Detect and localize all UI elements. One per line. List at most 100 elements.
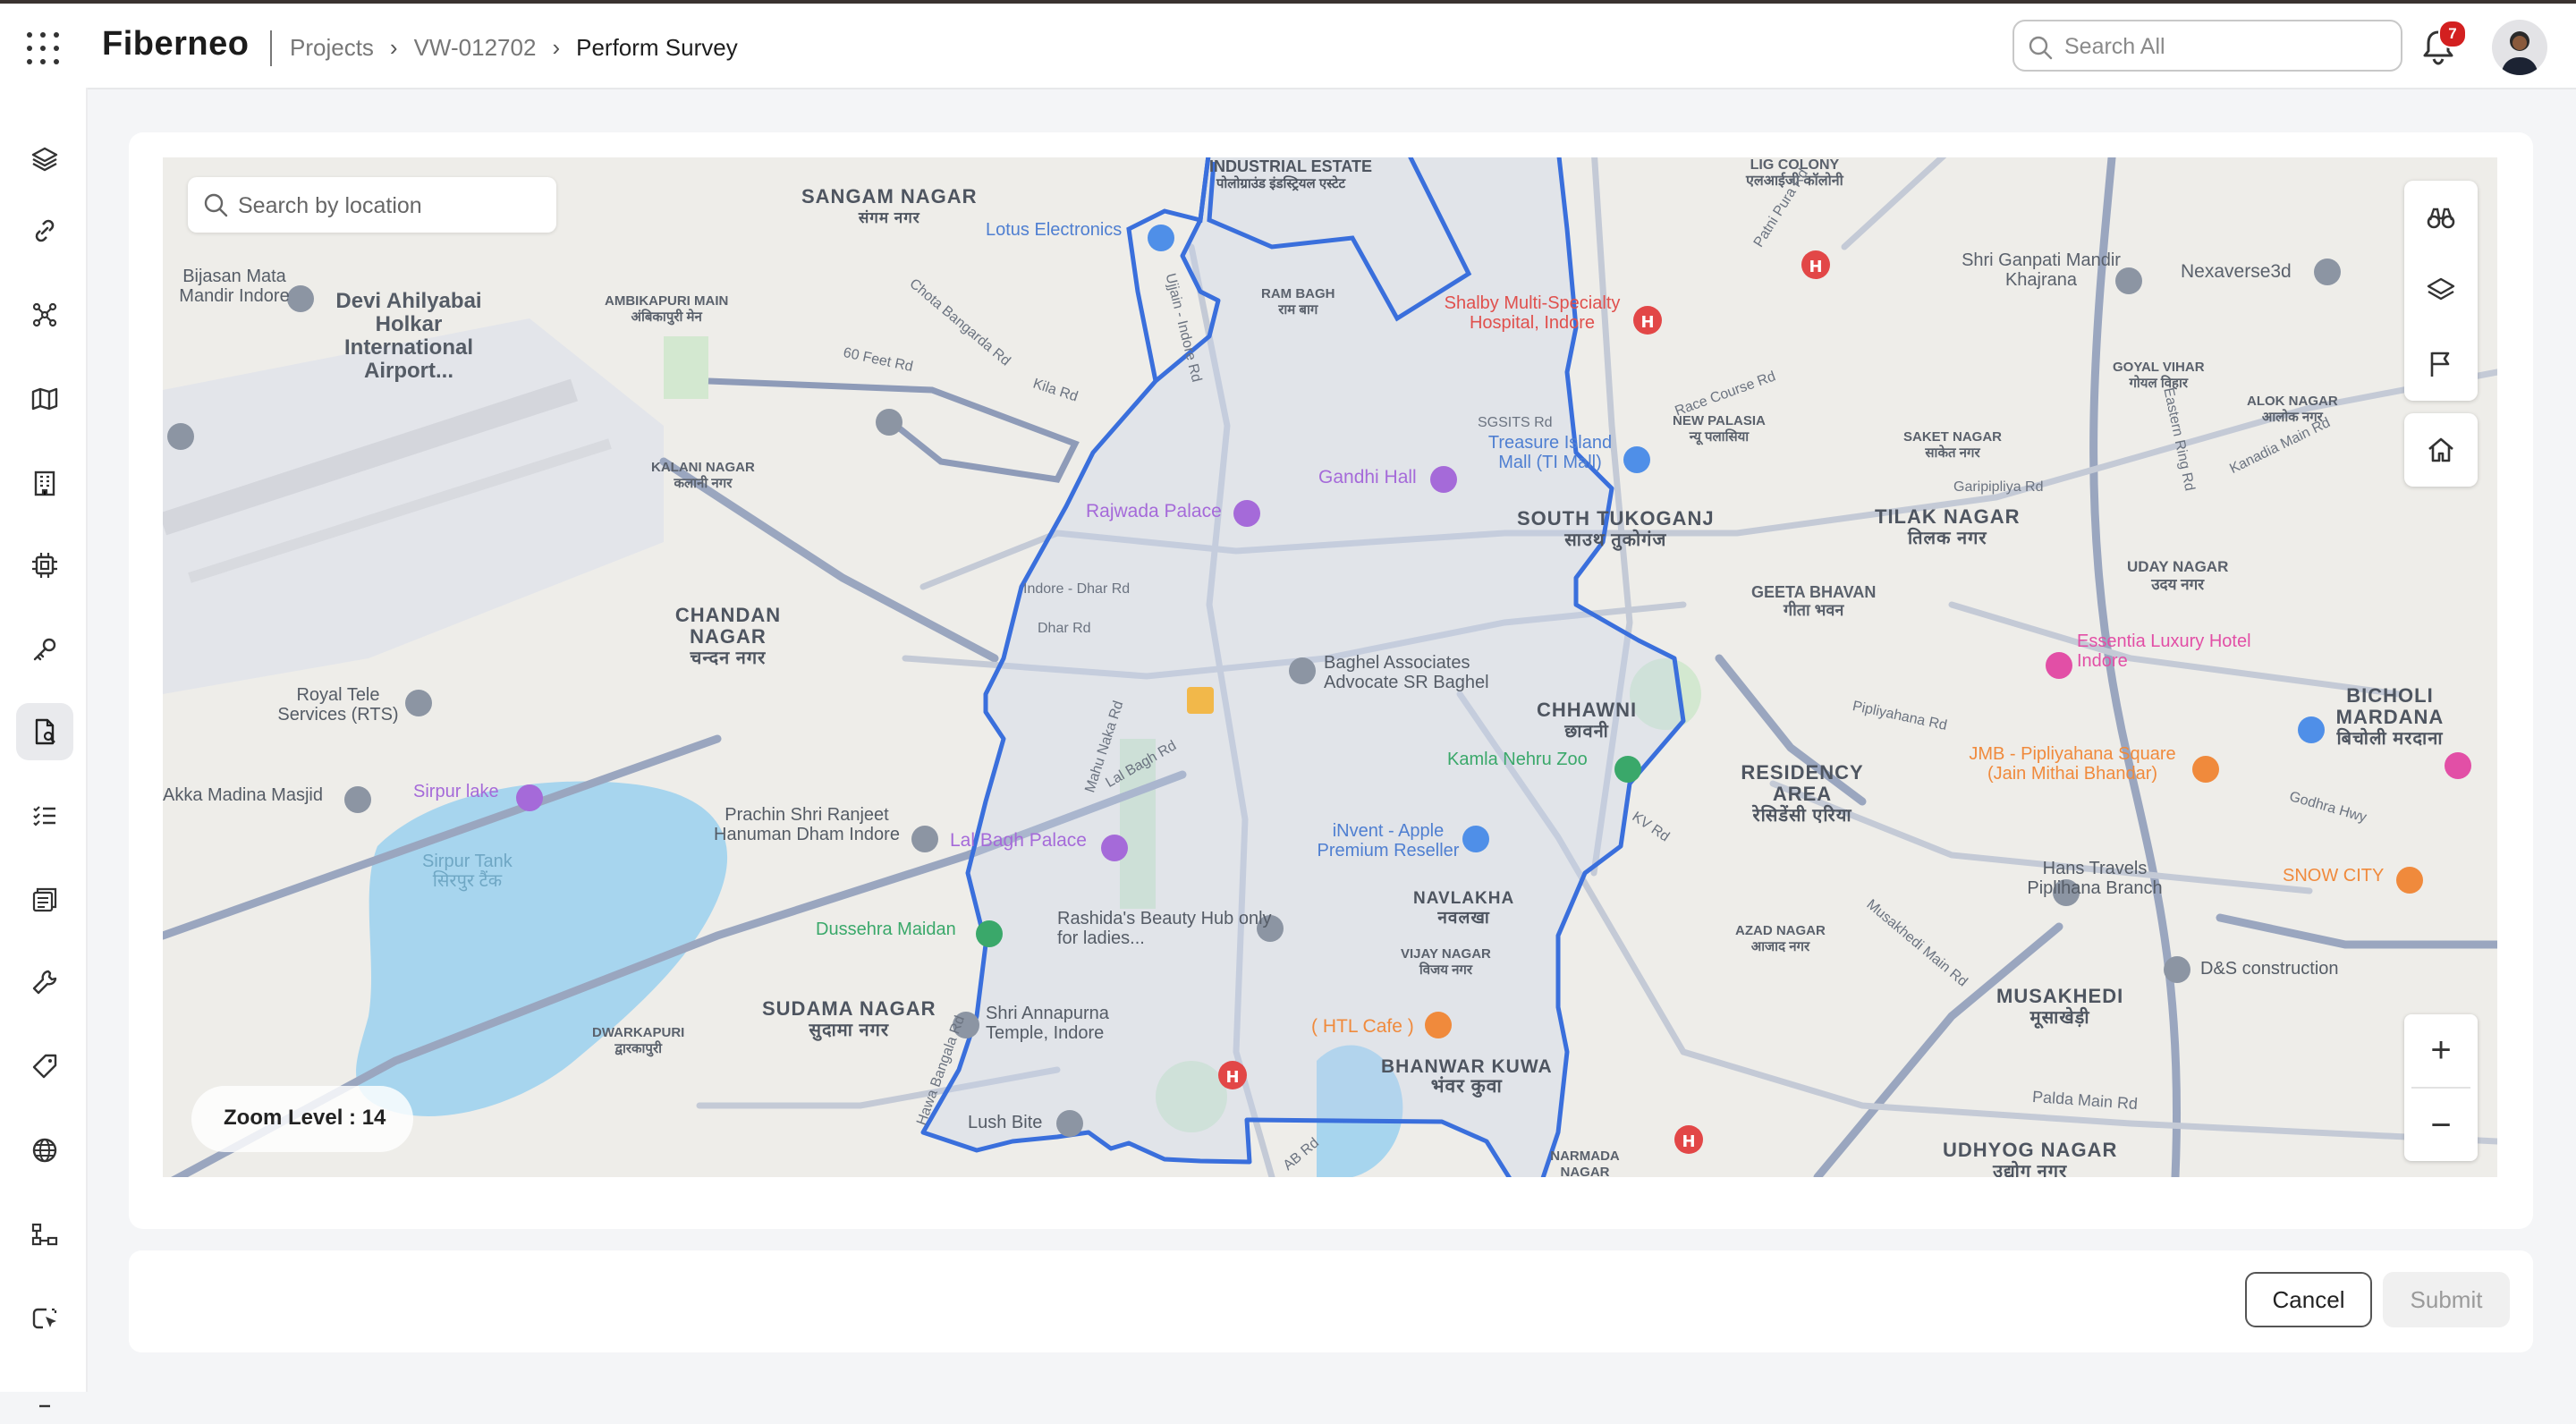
home-tool[interactable] bbox=[2404, 413, 2478, 487]
map-label: Ujjain - Indore Rd bbox=[1162, 272, 1205, 384]
sidebar-item-network[interactable] bbox=[16, 286, 73, 343]
map-label: Treasure Island Mall (TI Mall) bbox=[1487, 433, 1613, 472]
user-avatar[interactable] bbox=[2492, 20, 2547, 75]
sidebar-item-more[interactable] bbox=[16, 1367, 73, 1424]
map-label: D&S construction bbox=[2200, 959, 2339, 979]
map-label: SAKET NAGAR साकेत नगर bbox=[1903, 429, 2003, 461]
sidebar-item-devices[interactable] bbox=[16, 537, 73, 594]
map-label: UDAY NAGAR उदय नगर bbox=[2127, 558, 2229, 593]
map-label: CHANDAN NAGAR चन्दन नगर bbox=[674, 604, 782, 669]
chip-icon bbox=[32, 553, 57, 578]
map-label: Musakhedi Main Rd bbox=[1863, 896, 1970, 990]
map-label: Kamla Nehru Zoo bbox=[1447, 750, 1588, 769]
map-label: Garipipliya Rd bbox=[1953, 479, 2044, 495]
map-label: Bijasan Mata Mandir Indore bbox=[179, 267, 290, 306]
key-icon bbox=[33, 638, 56, 661]
wrench-icon bbox=[32, 970, 57, 995]
map-label: Rashida's Beauty Hub only for ladies... bbox=[1057, 909, 1272, 948]
map-label: BHANWAR KUWA भंवर कुवा bbox=[1381, 1056, 1553, 1097]
map-label: Devi Ahilyabai Holkar International Airp… bbox=[335, 289, 482, 383]
sidebar-item-access[interactable] bbox=[16, 621, 73, 678]
left-sidebar bbox=[0, 88, 88, 1408]
breadcrumb-projects[interactable]: Projects bbox=[290, 34, 374, 61]
map-label: JMB - Pipliyahana Square (Jain Mithai Bh… bbox=[1969, 744, 2176, 784]
sidebar-item-hierarchy[interactable] bbox=[16, 1206, 73, 1263]
map-label: Eastern Ring Rd bbox=[2160, 386, 2198, 493]
cancel-button[interactable]: Cancel bbox=[2245, 1272, 2372, 1327]
map-label: CHHAWNI छावनी bbox=[1537, 699, 1638, 742]
sidebar-item-global[interactable] bbox=[16, 1122, 73, 1179]
map-label: Rajwada Palace bbox=[1086, 501, 1222, 521]
building-icon bbox=[34, 470, 55, 496]
global-search-input[interactable]: Search All bbox=[2012, 20, 2402, 72]
map-label: TILAK NAGAR तिलक नगर bbox=[1875, 505, 2021, 549]
tag-icon bbox=[32, 1054, 57, 1079]
hierarchy-icon bbox=[31, 1223, 58, 1246]
map-icon bbox=[31, 387, 58, 411]
map-label: BICHOLI MARDANA बिचोली मरदाना bbox=[2335, 684, 2445, 750]
map-label: Akka Madina Masjid bbox=[163, 785, 323, 805]
map-label: SNOW CITY bbox=[2283, 866, 2385, 886]
sidebar-item-inventory[interactable] bbox=[16, 871, 73, 928]
survey-document-icon bbox=[35, 718, 55, 745]
sidebar-item-survey[interactable] bbox=[16, 703, 73, 760]
map-label: UDHYOG NAGAR उद्योग नगर bbox=[1943, 1139, 2118, 1178]
map-label: RESIDENCY AREA रेसिडेंसी एरिया bbox=[1741, 761, 1864, 826]
globe-icon bbox=[32, 1138, 57, 1163]
layers-button[interactable] bbox=[2404, 254, 2478, 327]
home-button[interactable] bbox=[2404, 413, 2478, 487]
map-label: Indore - Dhar Rd bbox=[1023, 581, 1131, 597]
sidebar-item-tags[interactable] bbox=[16, 1038, 73, 1095]
sidebar-item-tools[interactable] bbox=[16, 954, 73, 1011]
app-logo[interactable]: Fiberneo bbox=[102, 25, 249, 64]
task-list-icon bbox=[33, 806, 55, 826]
map-label: AMBIKAPURI MAIN अंबिकापुरी मेन bbox=[605, 293, 729, 325]
sidebar-item-tasks[interactable] bbox=[16, 787, 73, 844]
breadcrumb-project-id[interactable]: VW-012702 bbox=[414, 34, 537, 61]
map-label: NARMADA NAGAR bbox=[1550, 1149, 1620, 1177]
map-label: Hans Travels Piplihana Branch bbox=[2027, 859, 2163, 898]
map-label: GEETA BHAVAN गीता भवन bbox=[1751, 583, 1877, 619]
flag-button[interactable] bbox=[2404, 327, 2478, 401]
submit-button[interactable]: Submit bbox=[2383, 1272, 2510, 1327]
survey-map[interactable]: H H H H SANGAM NAGAR संगम नगर INDUSTRIAL… bbox=[163, 157, 2497, 1177]
map-label: SGSITS Rd bbox=[1478, 415, 1553, 430]
map-label: RAM BAGH राम बाग bbox=[1261, 286, 1335, 318]
map-label: Nexaverse3d bbox=[2181, 261, 2292, 282]
chevron-right-icon: › bbox=[552, 34, 561, 61]
sidebar-item-buildings[interactable] bbox=[16, 454, 73, 512]
zoom-in-button[interactable]: + bbox=[2404, 1014, 2478, 1086]
map-label: Palda Main Rd bbox=[2031, 1087, 2139, 1114]
map-label: Baghel Associates Advocate SR Baghel bbox=[1324, 653, 1489, 692]
map-label: Lotus Electronics bbox=[986, 220, 1123, 240]
home-icon bbox=[2428, 437, 2453, 462]
sidebar-item-map[interactable] bbox=[16, 370, 73, 428]
map-label: Dhar Rd bbox=[1038, 621, 1091, 636]
map-location-search[interactable]: Search by location bbox=[188, 177, 556, 233]
sidebar-item-select[interactable] bbox=[16, 1290, 73, 1347]
search-icon bbox=[204, 193, 228, 217]
map-label: SANGAM NAGAR संगम नगर bbox=[801, 185, 978, 227]
map-label: 60 Feet Rd bbox=[842, 344, 915, 376]
map-label: AZAD NAGAR आजाद नगर bbox=[1735, 923, 1826, 954]
search-placeholder: Search All bbox=[2064, 34, 2165, 59]
sidebar-item-links[interactable] bbox=[16, 202, 73, 259]
map-label: Shri Ganpati Mandir Khajrana bbox=[1962, 250, 2121, 290]
zoom-level-text: Zoom Level : 14 bbox=[224, 1106, 386, 1130]
binoculars-button[interactable] bbox=[2404, 181, 2478, 254]
map-label: Kila Rd bbox=[1030, 376, 1080, 405]
map-label: Gandhi Hall bbox=[1318, 467, 1417, 487]
app-grid-icon[interactable] bbox=[25, 30, 61, 66]
map-label: Royal Tele Services (RTS) bbox=[277, 685, 399, 725]
sidebar-item-layers[interactable] bbox=[16, 131, 73, 188]
map-label: Godhra Hwy bbox=[2287, 789, 2368, 826]
pointer-icon bbox=[32, 1308, 57, 1329]
header-divider bbox=[270, 30, 272, 66]
map-label: Lush Bite bbox=[968, 1113, 1043, 1132]
map-search-placeholder: Search by location bbox=[238, 193, 422, 218]
zoom-out-button[interactable]: − bbox=[2404, 1089, 2478, 1161]
zoom-divider bbox=[2411, 1087, 2470, 1089]
map-label: DWARKAPURI द्वारकापुरी bbox=[592, 1025, 685, 1056]
map-label: SOUTH TUKOGANJ साउथ तुकोगंज bbox=[1517, 507, 1715, 551]
map-label: NEW PALASIA न्यू पलासिया bbox=[1673, 413, 1766, 445]
